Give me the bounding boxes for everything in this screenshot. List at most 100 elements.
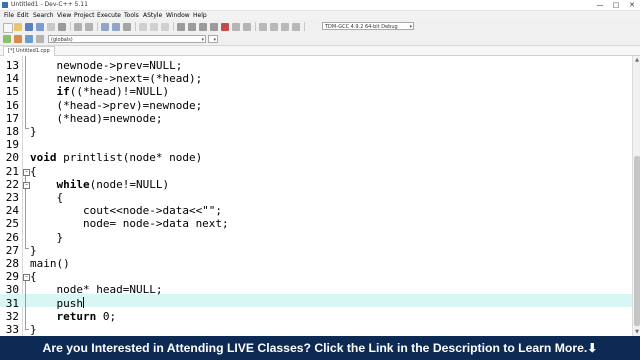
tab-untitled1[interactable]: [*] Untitled1.cpp — [3, 46, 55, 56]
main-toolbar: TDM-GCC 4.9.2 64-bit Debug ▾ — [0, 20, 640, 33]
code-line-current[interactable]: push — [30, 296, 84, 310]
debug-icon[interactable] — [221, 23, 229, 31]
code-line: cout<<node->data<<""; — [30, 204, 223, 218]
class-browser-icon[interactable] — [259, 23, 267, 31]
add-to-project-icon[interactable] — [150, 23, 158, 31]
redo-icon[interactable] — [85, 23, 93, 31]
toggle-bookmark-icon[interactable] — [281, 23, 289, 31]
code-line: } — [30, 243, 37, 257]
open-folder-icon[interactable] — [14, 23, 22, 31]
code-line-text: push — [30, 296, 83, 310]
line-number: 32 — [5, 309, 19, 323]
line-number: 25 — [5, 217, 19, 231]
chevron-down-icon: ▾ — [213, 37, 216, 43]
menu-astyle[interactable]: AStyle — [143, 11, 162, 20]
code-line: { — [30, 164, 37, 178]
code-line: (*head->prev)=newnode; — [30, 98, 203, 112]
goto-line-icon[interactable] — [123, 23, 131, 31]
fold-guide-end — [25, 329, 29, 330]
profile-icon[interactable] — [232, 23, 240, 31]
toolbar-separator — [97, 22, 98, 31]
line-number: 18 — [5, 125, 19, 138]
code-line: } — [30, 125, 37, 138]
line-number: 24 — [5, 204, 19, 218]
line-number: 19 — [5, 138, 19, 152]
scope-select[interactable]: (globals) ▾ — [48, 35, 206, 43]
insert-icon[interactable] — [270, 23, 278, 31]
print-icon[interactable] — [58, 23, 66, 31]
fold-guide — [25, 56, 26, 128]
code-editor[interactable]: 13 newnode->prev=NULL; 14 newnode->next=… — [0, 56, 632, 336]
fold-toggle-icon[interactable]: − — [23, 181, 30, 189]
text-caret — [82, 296, 84, 308]
toolbar-separator — [173, 22, 174, 31]
title-bar: Untitled1 - Dev-C++ 5.11 — □ ✕ — [0, 0, 640, 11]
menu-tools[interactable]: Tools — [124, 11, 139, 20]
code-line: if((*head)!=NULL) — [56, 85, 170, 99]
new-method-icon[interactable] — [14, 35, 22, 43]
find-icon[interactable] — [101, 23, 109, 31]
member-select[interactable]: ▾ — [208, 35, 218, 43]
line-number: 17 — [5, 111, 19, 125]
line-number: 23 — [5, 191, 19, 204]
stop-icon[interactable] — [243, 23, 251, 31]
rebuild-icon[interactable] — [210, 23, 218, 31]
menu-edit[interactable]: Edit — [17, 11, 29, 20]
secondary-toolbar: (globals) ▾ ▾ — [0, 33, 640, 46]
compile-run-icon[interactable] — [199, 23, 207, 31]
save-icon[interactable] — [25, 23, 33, 31]
line-number: 30 — [5, 283, 19, 297]
minimize-button[interactable]: — — [592, 0, 608, 10]
maximize-button[interactable]: □ — [608, 0, 624, 10]
menu-file[interactable]: File — [4, 11, 14, 20]
line-number: 31 — [5, 296, 19, 310]
run-icon[interactable] — [188, 23, 196, 31]
scrollbar-thumb[interactable] — [634, 156, 640, 326]
new-variable-icon[interactable] — [25, 35, 33, 43]
menu-search[interactable]: Search — [33, 11, 54, 20]
goto-bookmark-icon[interactable] — [292, 23, 300, 31]
save-all-icon[interactable] — [36, 23, 44, 31]
code-line: main() — [30, 257, 70, 270]
scroll-up-icon[interactable]: ▲ — [633, 56, 640, 64]
toolbar-separator — [135, 22, 136, 31]
project-icon[interactable] — [139, 23, 147, 31]
menu-project[interactable]: Project — [74, 11, 95, 20]
line-number: 33 — [5, 323, 19, 336]
code-line: while(node!=NULL) — [56, 177, 170, 191]
line-number: 22 — [5, 177, 19, 191]
menu-view[interactable]: View — [57, 11, 71, 20]
toolbar-separator — [304, 22, 305, 31]
fold-toggle-icon[interactable]: − — [23, 274, 30, 282]
code-line: newnode->next=(*head); — [30, 72, 203, 86]
window-title: Untitled1 - Dev-C++ 5.11 — [11, 1, 88, 8]
menu-help[interactable]: Help — [193, 11, 207, 20]
compiler-select[interactable]: TDM-GCC 4.9.2 64-bit Debug ▾ — [322, 22, 414, 30]
undo-icon[interactable] — [74, 23, 82, 31]
chevron-down-icon: ▾ — [201, 37, 204, 43]
close-button[interactable]: ✕ — [624, 0, 640, 10]
replace-icon[interactable] — [112, 23, 120, 31]
line-number: 13 — [5, 59, 19, 72]
fold-guide — [25, 281, 26, 329]
close-file-icon[interactable] — [47, 23, 55, 31]
app-icon — [2, 2, 8, 8]
menu-window[interactable]: Window — [166, 11, 190, 20]
remove-from-project-icon[interactable] — [161, 23, 169, 31]
toolbar-separator — [255, 22, 256, 31]
code-line: void printlist(node* node) — [30, 151, 203, 165]
code-line: { — [30, 191, 64, 204]
goto-declaration-icon[interactable] — [36, 35, 44, 43]
new-class-icon[interactable] — [3, 35, 11, 43]
promo-banner[interactable]: Are you Interested in Attending LIVE Cla… — [0, 336, 640, 360]
scroll-down-icon[interactable]: ▼ — [633, 328, 640, 336]
fold-guide-end — [25, 248, 29, 249]
promo-banner-text: Are you Interested in Attending LIVE Cla… — [42, 341, 598, 355]
compile-icon[interactable] — [177, 23, 185, 31]
line-number: 29 — [5, 270, 19, 284]
vertical-scrollbar[interactable]: ▲ ▼ — [632, 56, 640, 336]
code-line: newnode->prev=NULL; — [30, 59, 183, 72]
fold-toggle-icon[interactable]: − — [23, 168, 30, 176]
new-file-icon[interactable] — [3, 23, 13, 33]
menu-execute[interactable]: Execute — [97, 11, 121, 20]
